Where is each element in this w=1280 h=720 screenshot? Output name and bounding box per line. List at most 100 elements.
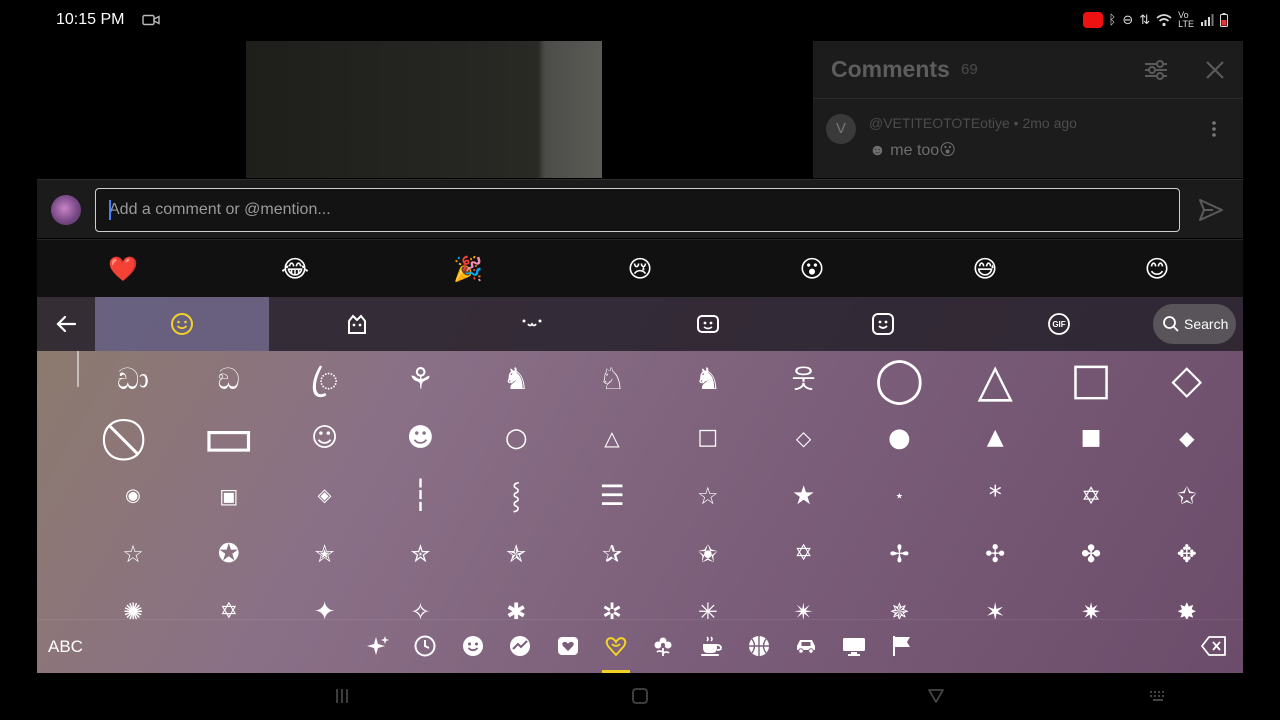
symbol-key[interactable]: △ [947, 351, 1043, 409]
symbol-key[interactable]: △ [564, 409, 660, 467]
gif-icon[interactable]: GIF [1046, 311, 1072, 337]
filter-sliders-icon[interactable] [1143, 57, 1169, 83]
symbol-key[interactable]: □ [1043, 351, 1139, 409]
symbol-key[interactable]: ✸ [1139, 583, 1235, 619]
symbol-key[interactable]: ✵ [851, 583, 947, 619]
recent-clock-icon[interactable] [413, 634, 437, 658]
symbol-key[interactable]: ✢ [851, 525, 947, 583]
symbol-key[interactable]: ✺ [85, 583, 181, 619]
symbol-key[interactable]: ✦ [277, 583, 373, 619]
symbol-key[interactable]: ✪ [181, 525, 277, 583]
symbol-key[interactable]: ✳ [660, 583, 756, 619]
sticker-smile-icon[interactable] [870, 311, 896, 337]
symbol-key[interactable]: ◉ [85, 467, 181, 525]
symbol-key[interactable]: ♘ [564, 351, 660, 409]
symbol-key[interactable]: ✱ [468, 583, 564, 619]
symbol-key[interactable]: ✩ [1139, 467, 1235, 525]
symbol-key[interactable]: ○ [468, 409, 564, 467]
symbol-key[interactable]: ⋆ [851, 467, 947, 525]
more-vert-icon[interactable] [1209, 119, 1219, 139]
back-arrow-icon[interactable] [55, 313, 77, 335]
reaction-sweat-smile[interactable]: 😅 [969, 253, 1001, 285]
reaction-surprised[interactable]: 😮 [796, 253, 828, 285]
symbol-key[interactable]: ⃠ [85, 409, 181, 467]
symbol-key[interactable]: ✴ [756, 583, 852, 619]
symbol-key[interactable]: ☆ [85, 525, 181, 583]
activity-icon[interactable] [508, 634, 532, 658]
symbol-key[interactable]: ✥ [1139, 525, 1235, 583]
reaction-heart[interactable]: ❤️ [107, 253, 139, 285]
back-triangle-icon[interactable] [926, 686, 946, 706]
home-icon[interactable] [630, 686, 650, 706]
scrollbar-thumb[interactable] [77, 351, 79, 387]
symbol-key[interactable]: ✡ [181, 583, 277, 619]
symbol-key[interactable]: ✡ [756, 525, 852, 583]
symbol-key[interactable]: ඩා [85, 351, 181, 409]
smiley-icon[interactable] [461, 634, 485, 658]
flag-icon[interactable] [890, 634, 914, 658]
symbol-key[interactable]: ✰ [564, 525, 660, 583]
avatar[interactable]: V [826, 114, 856, 144]
symbol-key[interactable]: ⸾ [468, 467, 564, 525]
symbol-key[interactable]: ▣ [181, 467, 277, 525]
symbol-key[interactable]: ✧ [372, 583, 468, 619]
sparkle-icon[interactable] [366, 634, 390, 658]
symbols-icon[interactable] [604, 634, 628, 658]
flower-icon[interactable] [651, 634, 675, 658]
symbol-key[interactable]: ☆ [660, 467, 756, 525]
symbol-key[interactable]: ✲ [564, 583, 660, 619]
symbol-key[interactable]: ◯ [851, 351, 947, 409]
kaomoji-icon[interactable] [519, 311, 545, 337]
symbol-key[interactable]: ★ [756, 467, 852, 525]
keyboard-switch-icon[interactable] [1148, 686, 1168, 706]
computer-icon[interactable] [842, 634, 866, 658]
symbol-key[interactable]: ◇ [1139, 351, 1235, 409]
reaction-cry[interactable]: 😢 [624, 253, 656, 285]
symbol-key[interactable]: ඞ [181, 351, 277, 409]
symbol-key[interactable]: ☻ [372, 409, 468, 467]
video-player[interactable] [246, 41, 602, 178]
symbol-key[interactable]: ✮ [372, 525, 468, 583]
symbol-key[interactable]: ◆ [1139, 409, 1235, 467]
close-icon[interactable] [1202, 57, 1228, 83]
symbol-key[interactable]: ▲ [947, 409, 1043, 467]
symbol-key[interactable]: ⚘ [372, 351, 468, 409]
send-icon[interactable] [1197, 196, 1225, 224]
symbol-key[interactable]: ✭ [277, 525, 373, 583]
sticker-character-icon[interactable] [344, 311, 370, 337]
symbol-key[interactable]: ✣ [947, 525, 1043, 583]
symbol-key[interactable]: * [947, 467, 1043, 525]
symbol-key[interactable]: ▭ [181, 409, 277, 467]
symbol-key[interactable]: ☰ [564, 467, 660, 525]
coffee-icon[interactable] [699, 634, 723, 658]
symbol-key[interactable]: ♞ [468, 351, 564, 409]
symbol-key[interactable]: ◇ [756, 409, 852, 467]
symbol-key[interactable]: ♞ [660, 351, 756, 409]
symbol-key[interactable]: ✬ [660, 525, 756, 583]
symbol-key[interactable]: ✤ [1043, 525, 1139, 583]
comment-input[interactable] [95, 188, 1180, 232]
symbol-key[interactable]: ꦿ [277, 351, 373, 409]
emoji-tab-icon[interactable] [169, 311, 195, 337]
symbol-key[interactable]: ✯ [468, 525, 564, 583]
backspace-icon[interactable] [1201, 635, 1227, 657]
symbol-key[interactable]: ✷ [1043, 583, 1139, 619]
basketball-icon[interactable] [747, 634, 771, 658]
symbol-key[interactable]: ✶ [947, 583, 1043, 619]
reaction-party[interactable]: 🎉 [452, 253, 484, 285]
symbol-key[interactable]: ■ [1043, 409, 1139, 467]
car-icon[interactable] [794, 634, 818, 658]
symbol-key[interactable]: 웃 [756, 351, 852, 409]
heart-box-icon[interactable] [556, 634, 580, 658]
abc-button[interactable]: ABC [48, 637, 83, 657]
reaction-smile[interactable]: 😊 [1141, 253, 1173, 285]
symbol-key[interactable]: ┆ [372, 467, 468, 525]
symbol-key[interactable]: ✡ [1043, 467, 1139, 525]
symbol-key[interactable]: □ [660, 409, 756, 467]
keyboard-search-button[interactable]: Search [1153, 304, 1236, 344]
reaction-laugh[interactable]: 😂 [279, 253, 311, 285]
symbol-key[interactable]: ☺ [277, 409, 373, 467]
symbol-key[interactable]: ◈ [277, 467, 373, 525]
bitmoji-icon[interactable] [695, 311, 721, 337]
recents-icon[interactable] [332, 686, 352, 706]
